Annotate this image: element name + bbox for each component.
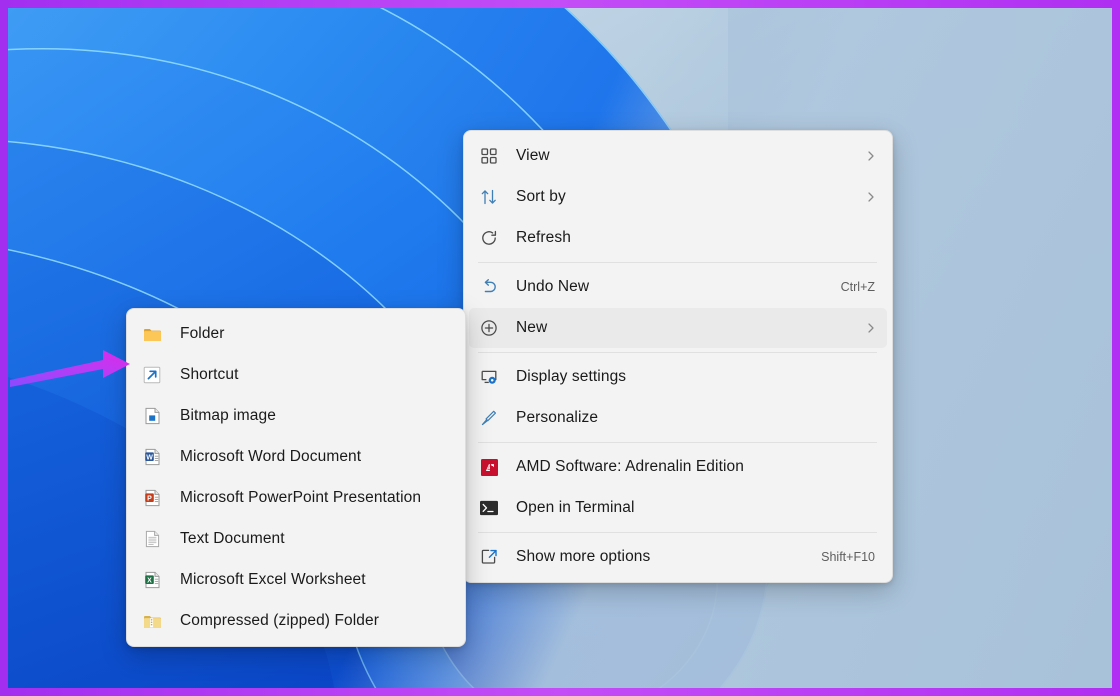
terminal-icon <box>478 497 500 519</box>
menu-item-label: Refresh <box>516 229 571 247</box>
refresh-icon <box>478 227 500 249</box>
menu-item-display-settings[interactable]: Display settings <box>469 357 887 397</box>
menu-separator <box>478 442 877 443</box>
folder-icon <box>143 326 162 342</box>
monitor-gear-icon <box>480 368 498 386</box>
desktop[interactable]: View Sort by Refresh Undo NewCtrl+Z New … <box>8 8 1112 688</box>
paintbrush-icon <box>480 409 498 427</box>
chevron-right-icon <box>865 322 877 334</box>
menu-item-sort-by[interactable]: Sort by <box>469 177 887 217</box>
submenu-item-label: Microsoft PowerPoint Presentation <box>180 489 421 507</box>
shortcut-icon <box>141 364 163 386</box>
undo-icon <box>480 278 498 296</box>
menu-item-view[interactable]: View <box>469 136 887 176</box>
undo-icon <box>478 276 500 298</box>
submenu-chevron <box>865 150 877 162</box>
menu-item-label: Sort by <box>516 188 566 206</box>
submenu-item-excel-worksheet[interactable]: X Microsoft Excel Worksheet <box>132 560 460 600</box>
menu-item-new[interactable]: New <box>469 308 887 348</box>
svg-text:W: W <box>146 454 153 461</box>
powerpoint-icon: P <box>144 489 161 507</box>
menu-separator <box>478 262 877 263</box>
annotation-frame: View Sort by Refresh Undo NewCtrl+Z New … <box>0 0 1120 696</box>
submenu-item-label: Microsoft Excel Worksheet <box>180 571 366 589</box>
submenu-item-word-document[interactable]: W Microsoft Word Document <box>132 437 460 477</box>
submenu-item-label: Bitmap image <box>180 407 276 425</box>
text-document-icon <box>144 530 161 548</box>
show-more-options-icon <box>480 548 498 566</box>
excel-icon: X <box>141 569 163 591</box>
submenu-item-bitmap-image[interactable]: Bitmap image <box>132 396 460 436</box>
menu-item-refresh[interactable]: Refresh <box>469 218 887 258</box>
folder-icon <box>141 323 163 345</box>
terminal-icon <box>480 500 498 516</box>
plus-circle-icon <box>480 319 498 337</box>
submenu-chevron <box>865 191 877 203</box>
amd-logo-icon <box>481 459 498 476</box>
sort-arrows-icon <box>478 186 500 208</box>
menu-item-undo-new[interactable]: Undo New Ctrl+Z <box>469 267 887 307</box>
menu-item-label: Show more options <box>516 548 650 566</box>
menu-item-label: Open in Terminal <box>516 499 635 517</box>
bitmap-image-icon <box>144 407 161 425</box>
menu-item-label: Personalize <box>516 409 598 427</box>
word-document-icon: W <box>144 448 161 466</box>
word-document-icon: W <box>141 446 163 468</box>
svg-text:P: P <box>147 495 152 502</box>
submenu-item-label: Compressed (zipped) Folder <box>180 612 379 630</box>
zipped-folder-icon <box>143 613 162 629</box>
grid-icon <box>480 147 498 165</box>
excel-icon: X <box>144 571 161 589</box>
submenu-item-label: Shortcut <box>180 366 239 384</box>
monitor-gear-icon <box>478 366 500 388</box>
plus-circle-icon <box>478 317 500 339</box>
submenu-item-label: Text Document <box>180 530 285 548</box>
refresh-icon <box>480 229 498 247</box>
menu-separator <box>478 352 877 353</box>
paintbrush-icon <box>478 407 500 429</box>
submenu-chevron <box>865 322 877 334</box>
menu-item-shortcut: Ctrl+Z <box>841 280 877 294</box>
chevron-right-icon <box>865 191 877 203</box>
bitmap-image-icon <box>141 405 163 427</box>
desktop-context-menu[interactable]: View Sort by Refresh Undo NewCtrl+Z New … <box>463 130 893 583</box>
menu-item-show-more[interactable]: Show more options Shift+F10 <box>469 537 887 577</box>
menu-item-amd-software[interactable]: AMD Software: Adrenalin Edition <box>469 447 887 487</box>
menu-item-label: Undo New <box>516 278 589 296</box>
submenu-item-label: Folder <box>180 325 225 343</box>
submenu-item-shortcut[interactable]: Shortcut <box>132 355 460 395</box>
menu-item-label: View <box>516 147 550 165</box>
menu-item-personalize[interactable]: Personalize <box>469 398 887 438</box>
chevron-right-icon <box>865 150 877 162</box>
submenu-item-text-document[interactable]: Text Document <box>132 519 460 559</box>
svg-text:X: X <box>147 577 152 584</box>
powerpoint-icon: P <box>141 487 163 509</box>
submenu-item-label: Microsoft Word Document <box>180 448 361 466</box>
menu-separator <box>478 532 877 533</box>
submenu-item-folder[interactable]: Folder <box>132 314 460 354</box>
submenu-item-compressed-folder[interactable]: Compressed (zipped) Folder <box>132 601 460 641</box>
shortcut-icon <box>143 366 161 384</box>
new-submenu[interactable]: Folder Shortcut Bitmap image W Microsoft… <box>126 308 466 647</box>
show-more-options-icon <box>478 546 500 568</box>
menu-item-label: New <box>516 319 547 337</box>
amd-logo-icon <box>478 456 500 478</box>
zipped-folder-icon <box>141 610 163 632</box>
menu-item-shortcut: Shift+F10 <box>821 550 877 564</box>
submenu-item-powerpoint[interactable]: P Microsoft PowerPoint Presentation <box>132 478 460 518</box>
menu-item-label: AMD Software: Adrenalin Edition <box>516 458 744 476</box>
text-document-icon <box>141 528 163 550</box>
menu-item-label: Display settings <box>516 368 626 386</box>
sort-arrows-icon <box>480 188 498 206</box>
menu-item-open-in-terminal[interactable]: Open in Terminal <box>469 488 887 528</box>
grid-icon <box>478 145 500 167</box>
